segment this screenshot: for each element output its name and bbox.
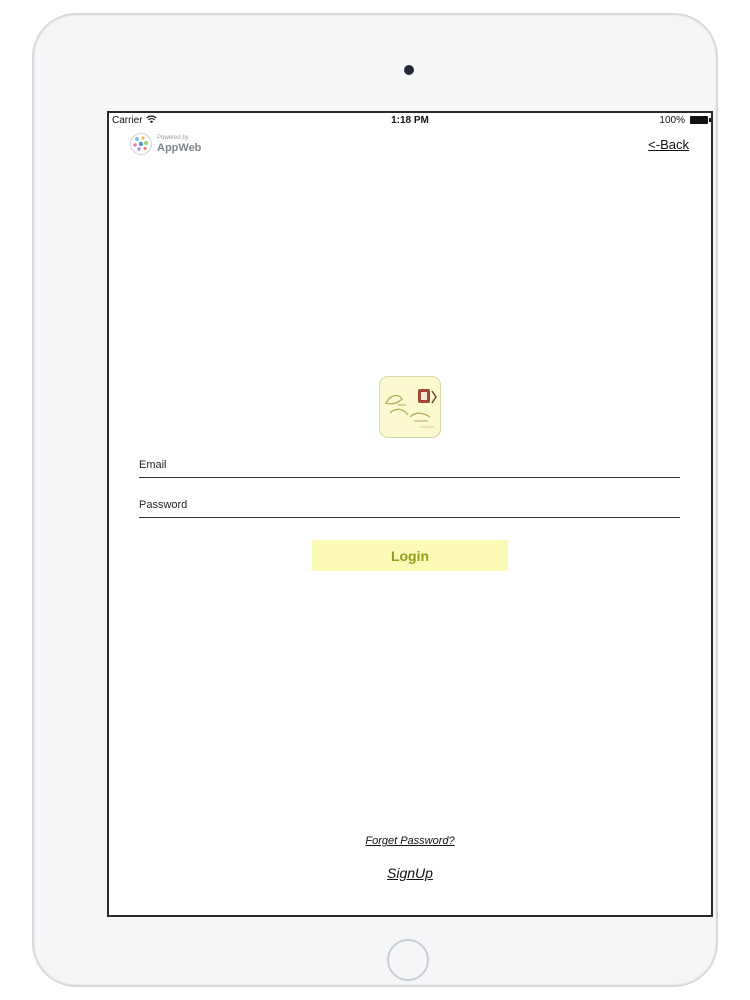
signup-row: SignUp xyxy=(109,865,711,883)
status-bar: Carrier 1:18 PM 100% xyxy=(109,113,711,129)
email-input[interactable] xyxy=(139,453,680,477)
tablet-frame: Carrier 1:18 PM 100% Powered by AppWeb <… xyxy=(32,13,718,987)
login-button[interactable]: Login xyxy=(312,540,508,571)
app-logo xyxy=(379,376,441,438)
forget-password-row: Forget Password? xyxy=(109,831,711,849)
signup-link[interactable]: SignUp xyxy=(387,865,433,881)
battery-icon xyxy=(690,116,711,124)
forget-password-link[interactable]: Forget Password? xyxy=(365,835,454,847)
password-input[interactable] xyxy=(139,493,680,517)
email-field[interactable] xyxy=(139,453,680,478)
appweb-logo-icon xyxy=(130,133,152,155)
powered-by-label: Powered by xyxy=(157,135,189,141)
battery-percentage: 100% xyxy=(659,115,685,126)
brand-logo-image xyxy=(385,389,437,428)
app-screen: Carrier 1:18 PM 100% Powered by AppWeb <… xyxy=(107,111,713,917)
back-link[interactable]: <-Back xyxy=(648,137,689,152)
password-field[interactable] xyxy=(139,493,680,518)
home-button[interactable] xyxy=(387,939,429,981)
appweb-name: AppWeb xyxy=(157,142,202,154)
front-camera xyxy=(404,65,414,75)
status-time: 1:18 PM xyxy=(391,115,429,126)
